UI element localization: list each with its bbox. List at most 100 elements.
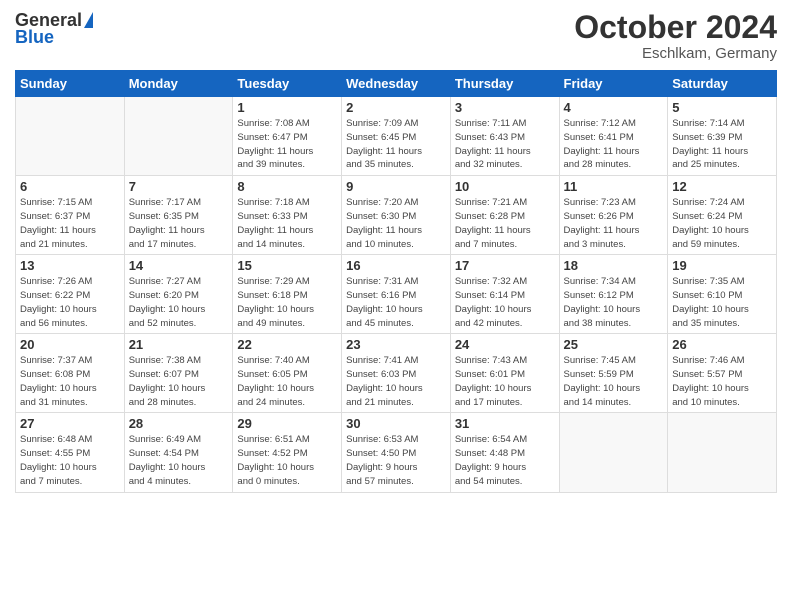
day-number: 24 bbox=[455, 337, 555, 352]
day-number: 20 bbox=[20, 337, 120, 352]
calendar-cell: 7 Sunrise: 7:17 AMSunset: 6:35 PMDaylight… bbox=[124, 176, 233, 255]
day-info: Sunrise: 6:51 AMSunset: 4:52 PMDaylight:… bbox=[237, 433, 337, 488]
calendar-cell: 23 Sunrise: 7:41 AMSunset: 6:03 PMDayligh… bbox=[342, 334, 451, 413]
day-info: Sunrise: 6:48 AMSunset: 4:55 PMDaylight:… bbox=[20, 433, 120, 488]
day-info: Sunrise: 7:35 AMSunset: 6:10 PMDaylight:… bbox=[672, 275, 772, 330]
calendar-cell: 27 Sunrise: 6:48 AMSunset: 4:55 PMDayligh… bbox=[16, 413, 125, 492]
calendar-cell: 30 Sunrise: 6:53 AMSunset: 4:50 PMDayligh… bbox=[342, 413, 451, 492]
day-number: 19 bbox=[672, 258, 772, 273]
day-info: Sunrise: 7:26 AMSunset: 6:22 PMDaylight:… bbox=[20, 275, 120, 330]
day-info: Sunrise: 7:32 AMSunset: 6:14 PMDaylight:… bbox=[455, 275, 555, 330]
day-info: Sunrise: 7:23 AMSunset: 6:26 PMDaylight:… bbox=[564, 196, 664, 251]
day-number: 4 bbox=[564, 100, 664, 115]
day-number: 5 bbox=[672, 100, 772, 115]
day-number: 1 bbox=[237, 100, 337, 115]
calendar-cell bbox=[668, 413, 777, 492]
calendar-cell: 25 Sunrise: 7:45 AMSunset: 5:59 PMDayligh… bbox=[559, 334, 668, 413]
calendar-cell: 20 Sunrise: 7:37 AMSunset: 6:08 PMDayligh… bbox=[16, 334, 125, 413]
day-number: 23 bbox=[346, 337, 446, 352]
day-info: Sunrise: 7:17 AMSunset: 6:35 PMDaylight:… bbox=[129, 196, 229, 251]
calendar-week-row: 6 Sunrise: 7:15 AMSunset: 6:37 PMDaylight… bbox=[16, 176, 777, 255]
weekday-header-monday: Monday bbox=[124, 71, 233, 97]
calendar-cell: 28 Sunrise: 6:49 AMSunset: 4:54 PMDayligh… bbox=[124, 413, 233, 492]
day-number: 29 bbox=[237, 416, 337, 431]
day-number: 13 bbox=[20, 258, 120, 273]
calendar-cell: 12Sunrise: 7:24 AMSunset: 6:24 PMDayligh… bbox=[668, 176, 777, 255]
calendar-cell: 24 Sunrise: 7:43 AMSunset: 6:01 PMDayligh… bbox=[450, 334, 559, 413]
calendar-cell: 8 Sunrise: 7:18 AMSunset: 6:33 PMDaylight… bbox=[233, 176, 342, 255]
day-number: 31 bbox=[455, 416, 555, 431]
calendar-cell: 1 Sunrise: 7:08 AMSunset: 6:47 PMDaylight… bbox=[233, 97, 342, 176]
day-info: Sunrise: 6:53 AMSunset: 4:50 PMDaylight:… bbox=[346, 433, 446, 488]
day-info: Sunrise: 7:45 AMSunset: 5:59 PMDaylight:… bbox=[564, 354, 664, 409]
calendar-cell bbox=[124, 97, 233, 176]
calendar-week-row: 13 Sunrise: 7:26 AMSunset: 6:22 PMDayligh… bbox=[16, 255, 777, 334]
day-number: 2 bbox=[346, 100, 446, 115]
day-info: Sunrise: 7:41 AMSunset: 6:03 PMDaylight:… bbox=[346, 354, 446, 409]
weekday-header-sunday: Sunday bbox=[16, 71, 125, 97]
day-number: 26 bbox=[672, 337, 772, 352]
day-info: Sunrise: 7:31 AMSunset: 6:16 PMDaylight:… bbox=[346, 275, 446, 330]
day-info: Sunrise: 7:29 AMSunset: 6:18 PMDaylight:… bbox=[237, 275, 337, 330]
day-number: 25 bbox=[564, 337, 664, 352]
calendar-cell: 3Sunrise: 7:11 AMSunset: 6:43 PMDaylight… bbox=[450, 97, 559, 176]
calendar-cell: 13 Sunrise: 7:26 AMSunset: 6:22 PMDayligh… bbox=[16, 255, 125, 334]
location: Eschlkam, Germany bbox=[574, 45, 777, 62]
day-info: Sunrise: 6:54 AMSunset: 4:48 PMDaylight:… bbox=[455, 433, 555, 488]
calendar-cell: 4 Sunrise: 7:12 AMSunset: 6:41 PMDaylight… bbox=[559, 97, 668, 176]
day-number: 22 bbox=[237, 337, 337, 352]
day-number: 8 bbox=[237, 179, 337, 194]
day-number: 30 bbox=[346, 416, 446, 431]
day-info: Sunrise: 7:34 AMSunset: 6:12 PMDaylight:… bbox=[564, 275, 664, 330]
calendar-cell: 14 Sunrise: 7:27 AMSunset: 6:20 PMDayligh… bbox=[124, 255, 233, 334]
calendar-week-row: 27 Sunrise: 6:48 AMSunset: 4:55 PMDayligh… bbox=[16, 413, 777, 492]
calendar-cell: 29 Sunrise: 6:51 AMSunset: 4:52 PMDayligh… bbox=[233, 413, 342, 492]
weekday-header-thursday: Thursday bbox=[450, 71, 559, 97]
day-info: Sunrise: 7:20 AMSunset: 6:30 PMDaylight:… bbox=[346, 196, 446, 251]
weekday-header-row: SundayMondayTuesdayWednesdayThursdayFrid… bbox=[16, 71, 777, 97]
weekday-header-saturday: Saturday bbox=[668, 71, 777, 97]
day-number: 21 bbox=[129, 337, 229, 352]
day-number: 16 bbox=[346, 258, 446, 273]
calendar-week-row: 1 Sunrise: 7:08 AMSunset: 6:47 PMDaylight… bbox=[16, 97, 777, 176]
day-info: Sunrise: 7:37 AMSunset: 6:08 PMDaylight:… bbox=[20, 354, 120, 409]
calendar-cell: 31 Sunrise: 6:54 AMSunset: 4:48 PMDayligh… bbox=[450, 413, 559, 492]
day-info: Sunrise: 6:49 AMSunset: 4:54 PMDaylight:… bbox=[129, 433, 229, 488]
calendar-cell bbox=[559, 413, 668, 492]
day-info: Sunrise: 7:18 AMSunset: 6:33 PMDaylight:… bbox=[237, 196, 337, 251]
calendar-cell: 6 Sunrise: 7:15 AMSunset: 6:37 PMDaylight… bbox=[16, 176, 125, 255]
day-number: 15 bbox=[237, 258, 337, 273]
day-info: Sunrise: 7:08 AMSunset: 6:47 PMDaylight:… bbox=[237, 117, 337, 172]
weekday-header-wednesday: Wednesday bbox=[342, 71, 451, 97]
calendar-cell: 15 Sunrise: 7:29 AMSunset: 6:18 PMDayligh… bbox=[233, 255, 342, 334]
calendar-cell: 11 Sunrise: 7:23 AMSunset: 6:26 PMDayligh… bbox=[559, 176, 668, 255]
day-info: Sunrise: 7:11 AMSunset: 6:43 PMDaylight:… bbox=[455, 117, 555, 172]
day-info: Sunrise: 7:12 AMSunset: 6:41 PMDaylight:… bbox=[564, 117, 664, 172]
day-number: 28 bbox=[129, 416, 229, 431]
calendar-cell: 21 Sunrise: 7:38 AMSunset: 6:07 PMDayligh… bbox=[124, 334, 233, 413]
day-info: Sunrise: 7:24 AMSunset: 6:24 PMDaylight:… bbox=[672, 196, 772, 251]
weekday-header-tuesday: Tuesday bbox=[233, 71, 342, 97]
logo: General Blue bbox=[15, 10, 93, 48]
day-number: 6 bbox=[20, 179, 120, 194]
weekday-header-friday: Friday bbox=[559, 71, 668, 97]
day-info: Sunrise: 7:46 AMSunset: 5:57 PMDaylight:… bbox=[672, 354, 772, 409]
day-info: Sunrise: 7:43 AMSunset: 6:01 PMDaylight:… bbox=[455, 354, 555, 409]
day-info: Sunrise: 7:38 AMSunset: 6:07 PMDaylight:… bbox=[129, 354, 229, 409]
day-number: 14 bbox=[129, 258, 229, 273]
day-info: Sunrise: 7:15 AMSunset: 6:37 PMDaylight:… bbox=[20, 196, 120, 251]
calendar-cell: 5 Sunrise: 7:14 AMSunset: 6:39 PMDaylight… bbox=[668, 97, 777, 176]
calendar-cell: 16 Sunrise: 7:31 AMSunset: 6:16 PMDayligh… bbox=[342, 255, 451, 334]
calendar-cell: 10Sunrise: 7:21 AMSunset: 6:28 PMDayligh… bbox=[450, 176, 559, 255]
title-block: October 2024 Eschlkam, Germany bbox=[574, 10, 777, 62]
day-info: Sunrise: 7:14 AMSunset: 6:39 PMDaylight:… bbox=[672, 117, 772, 172]
calendar-cell bbox=[16, 97, 125, 176]
calendar-cell: 22Sunrise: 7:40 AMSunset: 6:05 PMDayligh… bbox=[233, 334, 342, 413]
day-number: 27 bbox=[20, 416, 120, 431]
day-number: 11 bbox=[564, 179, 664, 194]
calendar: SundayMondayTuesdayWednesdayThursdayFrid… bbox=[15, 70, 777, 492]
day-info: Sunrise: 7:27 AMSunset: 6:20 PMDaylight:… bbox=[129, 275, 229, 330]
day-number: 7 bbox=[129, 179, 229, 194]
day-number: 9 bbox=[346, 179, 446, 194]
month-title: October 2024 bbox=[574, 10, 777, 45]
